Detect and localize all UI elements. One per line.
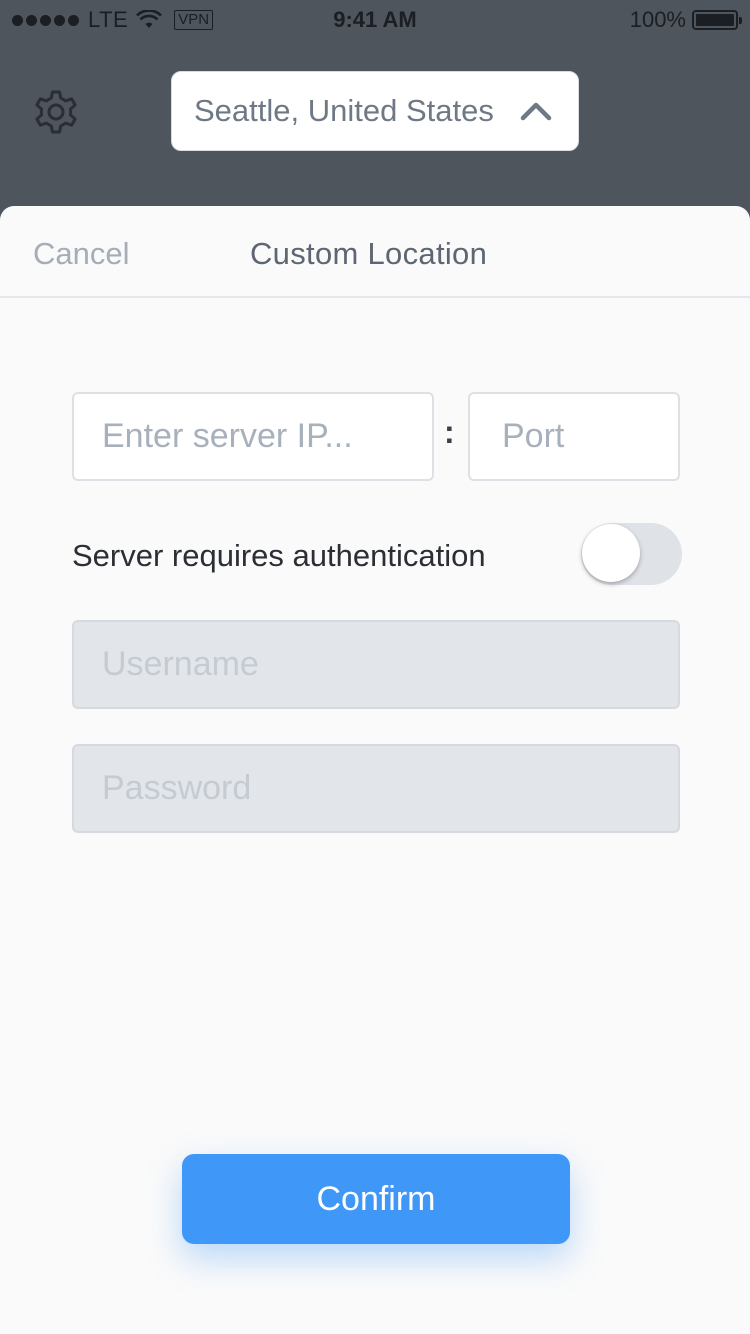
auth-label: Server requires authentication [72, 538, 486, 573]
status-bar: LTE VPN 9:41 AM 100% [0, 0, 750, 40]
ip-port-separator: : [444, 414, 455, 450]
location-selector[interactable]: Seattle, United States [171, 71, 579, 151]
auth-toggle[interactable] [581, 523, 682, 585]
confirm-button[interactable]: Confirm [182, 1154, 570, 1244]
battery-icon [692, 10, 742, 30]
gear-icon[interactable] [30, 86, 82, 138]
chevron-up-icon [520, 102, 552, 121]
port-input[interactable] [468, 392, 680, 481]
username-field[interactable] [72, 620, 680, 709]
battery-percentage: 100% [629, 7, 686, 32]
status-right: 100% [629, 7, 742, 33]
cancel-button[interactable]: Cancel [33, 236, 130, 272]
server-ip-input[interactable] [72, 392, 434, 481]
sheet-header: Cancel Custom Location [0, 206, 750, 298]
screen: LTE VPN 9:41 AM 100% Seattle, United Sta… [0, 0, 750, 1334]
sheet-title: Custom Location [250, 236, 488, 271]
custom-location-sheet: Cancel Custom Location : Server requires… [0, 206, 750, 1334]
password-field[interactable] [72, 744, 680, 833]
toggle-knob [582, 524, 640, 582]
location-label: Seattle, United States [194, 93, 494, 128]
